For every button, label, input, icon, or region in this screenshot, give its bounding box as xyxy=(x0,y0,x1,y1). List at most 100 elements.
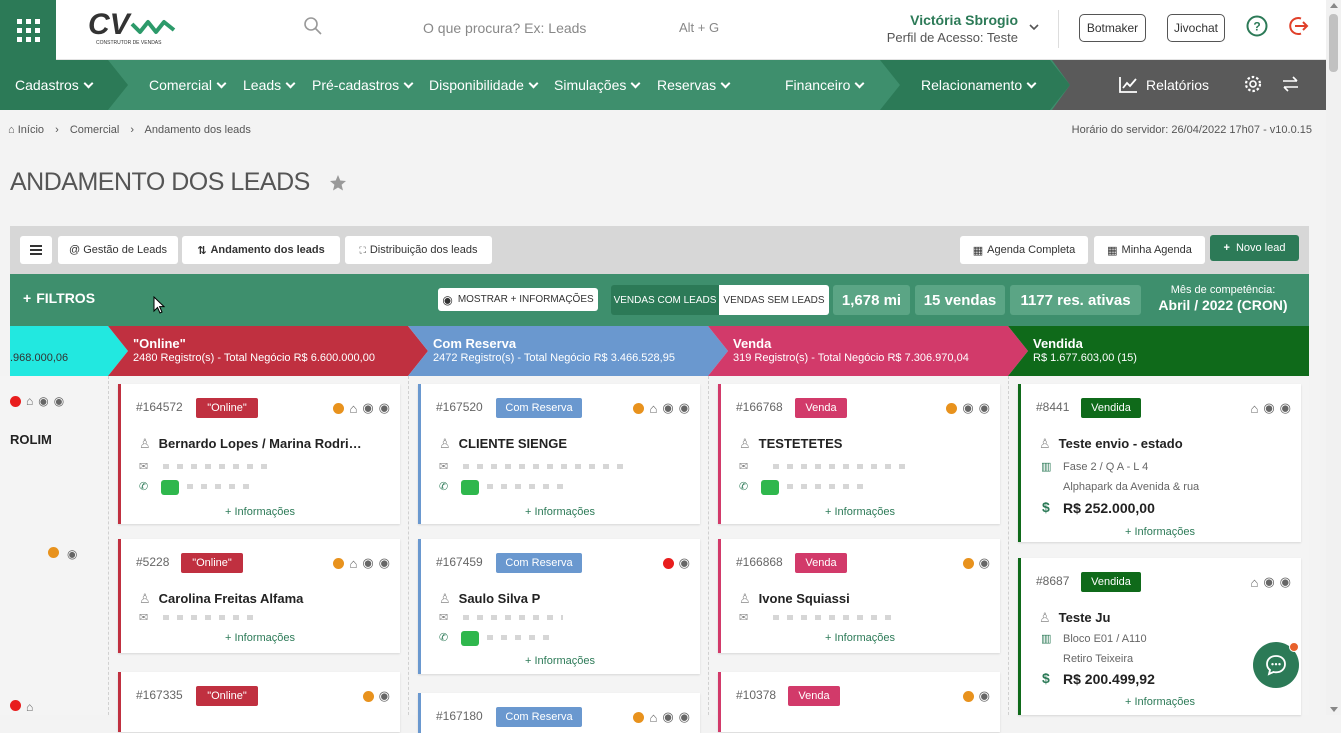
eye-icon[interactable]: ◉ xyxy=(979,688,990,704)
nav-relacionamento[interactable]: Relacionamento xyxy=(921,77,1035,93)
calendar-icon: ▦ xyxy=(972,244,984,257)
lead-name[interactable]: ♙ TESTETETES xyxy=(739,436,842,452)
eye-icon[interactable]: ◉ xyxy=(679,709,690,725)
lead-card[interactable]: #164572 "Online" ⌂ ◉ ◉ ♙ Bernardo Lopes /… xyxy=(118,384,400,524)
nav-reservas[interactable]: Reservas xyxy=(657,77,729,93)
filters-toggle[interactable]: + FILTROS xyxy=(23,290,95,306)
nav-pre-cadastros[interactable]: Pré-cadastros xyxy=(312,77,412,93)
cv-logo[interactable]: CV CONSTRUTOR DE VENDAS xyxy=(88,6,188,50)
user-profile[interactable]: Victória Sbrogio Perfil de Acesso: Teste xyxy=(887,12,1018,45)
whatsapp-icon[interactable] xyxy=(461,480,479,495)
eye-icon[interactable]: ◉ xyxy=(1280,400,1291,416)
more-info-link[interactable]: + Informações xyxy=(225,506,295,518)
lead-card[interactable]: #8687 Vendida ⌂ ◉ ◉ ♙ Teste Ju ▥ Bloco E0… xyxy=(1018,558,1301,715)
nav-cadastros[interactable]: Cadastros xyxy=(15,77,92,93)
eye-icon[interactable]: ◉ xyxy=(379,400,390,416)
eye-icon[interactable]: ◉ xyxy=(679,400,690,416)
lead-name[interactable]: ♙ Carolina Freitas Alfama xyxy=(139,591,303,607)
user-circle-icon[interactable]: ◉ xyxy=(1263,400,1274,416)
user-circle-icon[interactable]: ◉ xyxy=(962,400,973,416)
eye-icon[interactable]: ◉ xyxy=(679,555,690,571)
eye-icon[interactable]: ◉ xyxy=(379,555,390,571)
nav-relatorios[interactable]: Relatórios xyxy=(1146,77,1209,93)
page-scrollbar[interactable] xyxy=(1326,0,1341,715)
eye-icon[interactable]: ◉ xyxy=(1280,574,1291,590)
more-info-link[interactable]: + Informações xyxy=(1125,696,1195,708)
vendas-com-leads-toggle[interactable]: VENDAS COM LEADS xyxy=(611,285,719,315)
botmaker-button[interactable]: Botmaker xyxy=(1079,14,1146,42)
lead-name[interactable]: ♙ Saulo Silva P xyxy=(439,591,540,607)
home-icon[interactable]: ⌂ xyxy=(1250,575,1258,590)
breadcrumb-comercial[interactable]: Comercial xyxy=(70,124,120,136)
breadcrumb-inicio[interactable]: Início xyxy=(18,124,44,136)
lead-name[interactable]: ♙ Teste envio - estado xyxy=(1039,436,1183,452)
chat-widget-button[interactable] xyxy=(1253,642,1299,688)
home-icon[interactable]: ⌂ xyxy=(649,401,657,416)
distribuicao-leads-button[interactable]: ⛶ Distribuição dos leads xyxy=(345,236,492,264)
vendas-sem-leads-toggle[interactable]: VENDAS SEM LEADS xyxy=(719,285,829,315)
lead-card[interactable]: #167335 "Online" ◉ xyxy=(118,672,400,732)
user-circle-icon[interactable]: ◉ xyxy=(362,400,373,416)
whatsapp-icon[interactable] xyxy=(461,631,479,646)
gestao-leads-button[interactable]: @ Gestão de Leads xyxy=(58,236,178,264)
status-dot-icon xyxy=(962,557,974,569)
home-icon[interactable]: ⌂ xyxy=(649,710,657,725)
eye-icon[interactable]: ◉ xyxy=(979,400,990,416)
more-info-link[interactable]: + Informações xyxy=(525,655,595,667)
apps-menu-button[interactable] xyxy=(0,0,56,60)
nav-disponibilidade[interactable]: Disponibilidade xyxy=(429,77,537,93)
lead-card[interactable]: #166868 Venda ◉ ♙ Ivone Squiassi ✉ + Info… xyxy=(718,539,1000,653)
lead-id: #167335 xyxy=(136,688,183,702)
nav-simulacoes[interactable]: Simulações xyxy=(554,77,639,93)
eye-icon[interactable]: ◉ xyxy=(979,555,990,571)
prev-card3-icons: ⌂ xyxy=(10,700,33,714)
lead-card[interactable]: #166768 Venda ◉ ◉ ♙ TESTETETES ✉ ✆ + Info… xyxy=(718,384,1000,524)
menu-toggle-button[interactable] xyxy=(20,236,52,264)
lead-card[interactable]: #5228 "Online" ⌂ ◉ ◉ ♙ Carolina Freitas A… xyxy=(118,539,400,653)
lead-card[interactable]: #167459 Com Reserva ◉ ♙ Saulo Silva P ✉ ✆… xyxy=(418,539,700,674)
user-circle-icon[interactable]: ◉ xyxy=(662,709,673,725)
user-circle-icon[interactable]: ◉ xyxy=(1263,574,1274,590)
home-icon[interactable]: ⌂ xyxy=(349,556,357,571)
whatsapp-icon[interactable] xyxy=(161,480,179,495)
andamento-leads-button[interactable]: ⇅ Andamento dos leads xyxy=(182,236,340,264)
user-circle-icon[interactable]: ◉ xyxy=(662,400,673,416)
grid-icon xyxy=(16,18,40,42)
favorite-star-icon[interactable] xyxy=(329,174,347,192)
lead-card[interactable]: #167520 Com Reserva ⌂ ◉ ◉ ♙ CLIENTE SIENG… xyxy=(418,384,700,524)
prev-card-name[interactable]: ROLIM xyxy=(10,432,52,447)
whatsapp-icon[interactable] xyxy=(761,480,779,495)
more-info-link[interactable]: + Informações xyxy=(225,632,295,644)
nav-leads[interactable]: Leads xyxy=(243,77,294,93)
nav-comercial[interactable]: Comercial xyxy=(149,77,225,93)
lead-card[interactable]: #8441 Vendida ⌂ ◉ ◉ ♙ Teste envio - estad… xyxy=(1018,384,1301,542)
mostrar-info-button[interactable]: ◉ MOSTRAR + INFORMAÇÕES xyxy=(438,288,598,311)
chevron-down-icon[interactable] xyxy=(1029,22,1039,32)
gear-icon[interactable] xyxy=(1244,75,1262,93)
help-icon[interactable]: ? xyxy=(1246,15,1268,37)
search-icon[interactable] xyxy=(303,16,323,36)
lead-name[interactable]: ♙ Teste Ju xyxy=(1039,610,1110,626)
eye-icon[interactable]: ◉ xyxy=(379,688,390,704)
jivochat-button[interactable]: Jivochat xyxy=(1167,14,1225,42)
lead-name[interactable]: ♙ CLIENTE SIENGE xyxy=(439,436,567,452)
swap-arrows-icon[interactable] xyxy=(1282,76,1299,92)
lead-card[interactable]: #10378 Venda ◉ xyxy=(718,672,1000,732)
lead-card[interactable]: #167180 Com Reserva ⌂ ◉ ◉ xyxy=(418,693,700,733)
user-circle-icon[interactable]: ◉ xyxy=(362,555,373,571)
lead-name[interactable]: ♙ Ivone Squiassi xyxy=(739,591,850,607)
more-info-link[interactable]: + Informações xyxy=(825,506,895,518)
lead-name[interactable]: ♙ Bernardo Lopes / Marina Rodri… xyxy=(139,436,362,452)
search-input[interactable]: O que procura? Ex: Leads xyxy=(423,20,586,36)
competencia[interactable]: Mês de competência: Abril / 2022 (CRON) xyxy=(1148,284,1298,313)
novo-lead-button[interactable]: + Novo lead xyxy=(1210,235,1299,261)
nav-financeiro[interactable]: Financeiro xyxy=(785,77,863,93)
agenda-completa-button[interactable]: ▦ Agenda Completa xyxy=(960,236,1088,264)
home-icon[interactable]: ⌂ xyxy=(1250,401,1258,416)
more-info-link[interactable]: + Informações xyxy=(525,506,595,518)
more-info-link[interactable]: + Informações xyxy=(1125,526,1195,538)
home-icon[interactable]: ⌂ xyxy=(349,401,357,416)
minha-agenda-button[interactable]: ▦ Minha Agenda xyxy=(1094,236,1205,264)
logout-icon[interactable] xyxy=(1288,15,1310,37)
more-info-link[interactable]: + Informações xyxy=(825,632,895,644)
